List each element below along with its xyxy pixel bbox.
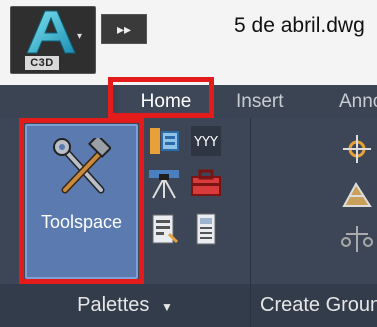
palettes-panel-footer[interactable]: Palettes ▼ <box>0 284 250 327</box>
toolspace-button[interactable]: Toolspace <box>25 124 138 279</box>
app-product-label: C3D <box>25 56 59 70</box>
tab-home[interactable]: Home <box>118 85 214 118</box>
application-menu-button[interactable]: C3D ▾ <box>10 6 96 74</box>
points-icon[interactable] <box>340 132 374 166</box>
properties-icon[interactable] <box>147 212 181 246</box>
create-ground-data-label: Create Ground Data <box>260 294 377 316</box>
civil3d-logo-icon <box>26 10 76 54</box>
palettes-panel-label: Palettes <box>77 294 150 316</box>
app-menu-caret-icon: ▾ <box>77 31 83 42</box>
ribbon-tab-row: Home Insert Annotate <box>0 85 377 118</box>
tools-icon <box>53 138 111 194</box>
tab-insert[interactable]: Insert <box>236 85 306 118</box>
data-shortcut-icon[interactable]: YYY <box>189 124 223 158</box>
create-ground-data-panel-footer[interactable]: Create Ground Data <box>251 284 377 327</box>
panel-dropdown-icon[interactable]: ▼ <box>161 300 173 314</box>
autocad-civil3d-window: C3D ▾ ▸▸ 5 de abril.dwg Home Insert Anno… <box>0 0 377 327</box>
toolspace-label: Toolspace <box>40 212 123 232</box>
survey-icon[interactable] <box>147 166 181 200</box>
toolbox-icon[interactable] <box>189 166 223 200</box>
title-bar: C3D ▾ ▸▸ 5 de abril.dwg <box>0 0 377 85</box>
prospector-icon[interactable] <box>147 124 181 158</box>
traverse-icon[interactable] <box>340 222 374 256</box>
tab-annotate[interactable]: Annotate <box>339 85 377 118</box>
quick-access-expand-button[interactable]: ▸▸ <box>101 14 147 44</box>
document-title: 5 de abril.dwg <box>234 14 365 37</box>
panorama-icon[interactable] <box>189 212 223 246</box>
svg-text:YYY: YYY <box>193 135 218 150</box>
surfaces-icon[interactable] <box>340 178 374 212</box>
